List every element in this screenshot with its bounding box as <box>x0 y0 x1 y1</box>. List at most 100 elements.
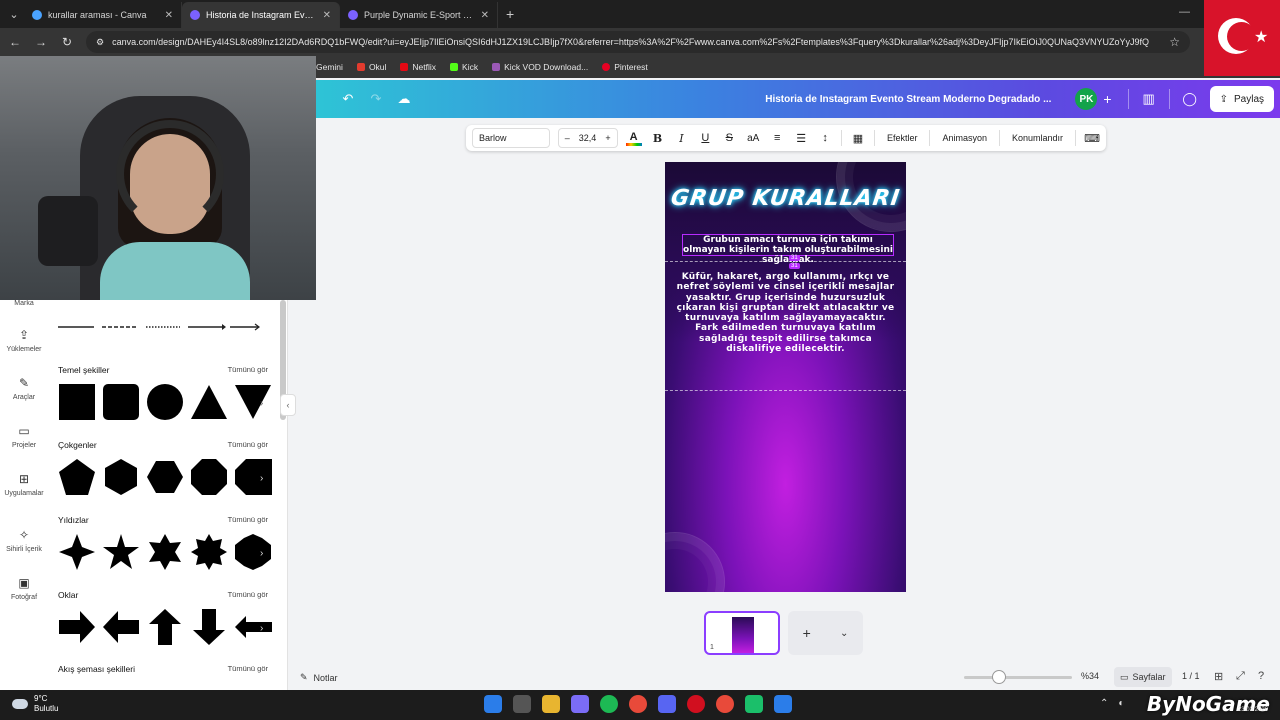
bookmark-okul[interactable]: Okul <box>356 62 386 72</box>
page-thumbnail[interactable]: 1 <box>704 611 780 655</box>
weather-widget[interactable]: 9°C Bulutlu <box>12 694 58 714</box>
copy-style-icon[interactable]: ⌨ <box>1084 132 1100 145</box>
arrow-down-shape[interactable] <box>190 608 228 646</box>
underline-icon[interactable]: U <box>697 132 713 144</box>
effects-button[interactable]: Efektler <box>883 133 922 143</box>
four-point-star-shape[interactable] <box>58 533 96 571</box>
hexagon-shape[interactable] <box>102 458 140 496</box>
forward-icon[interactable]: → <box>34 35 48 49</box>
rail-item-projeler[interactable]: ▭ Projeler <box>0 424 48 449</box>
italic-icon[interactable]: I <box>673 132 689 145</box>
zoom-slider-knob[interactable] <box>992 670 1006 684</box>
rail-item-yuklemeler[interactable]: ⇪ Yüklemeler <box>0 328 48 353</box>
redo-icon[interactable]: ↷ <box>362 91 390 107</box>
line-styles-row[interactable] <box>58 320 268 334</box>
text-color-icon[interactable]: A <box>625 130 642 146</box>
partial-polygon-shape[interactable]: › <box>234 458 272 496</box>
network-icon[interactable]: ◐ <box>1118 698 1124 709</box>
rail-item-fotograf[interactable]: ▣ Fotoğraf <box>0 576 48 601</box>
close-tab-icon[interactable]: ✕ <box>165 10 173 21</box>
spacing-icon[interactable]: ↕ <box>817 132 833 144</box>
eight-point-star-shape[interactable] <box>190 533 228 571</box>
increase-size-icon[interactable]: + <box>605 133 610 143</box>
bookmark-gemini[interactable]: Gemini <box>316 62 343 72</box>
minimize-icon[interactable]: — <box>1179 6 1190 18</box>
tray-chevron-icon[interactable]: ⌃ <box>1100 698 1108 709</box>
see-all-link[interactable]: Tümünü gör <box>228 664 268 674</box>
file-explorer-icon[interactable] <box>542 695 560 713</box>
design-page[interactable]: GRUP KURALLARI Grubun amacı turnuva için… <box>665 162 906 592</box>
align-center-icon[interactable]: ≡ <box>769 132 785 144</box>
url-field[interactable]: ⚙ canva.com/design/DAHEy4I4SL8/o89lnz12I… <box>86 31 1190 53</box>
comments-icon[interactable]: ◯ <box>1176 91 1204 107</box>
tab-search-icon[interactable]: ⌄ <box>4 4 24 24</box>
reload-icon[interactable]: ↻ <box>60 35 74 49</box>
chrome-active-icon[interactable] <box>716 695 734 713</box>
arrow-right-shape[interactable] <box>58 608 96 646</box>
list-icon[interactable]: ☰ <box>793 132 809 145</box>
see-all-link[interactable]: Tümünü gör <box>228 590 268 600</box>
font-size-value[interactable]: 32,4 <box>579 133 597 143</box>
invite-plus-icon[interactable]: + <box>1103 91 1111 107</box>
new-tab-icon[interactable]: + <box>506 6 514 22</box>
arrow-left-shape[interactable] <box>102 608 140 646</box>
back-icon[interactable]: ← <box>8 35 22 49</box>
rail-item-uygulamalar[interactable]: ⊞ Uygulamalar <box>0 472 48 497</box>
letter-case-icon[interactable]: aA <box>745 133 761 144</box>
rail-item-marka[interactable]: Marka <box>0 300 48 307</box>
double-arrow-shape[interactable]: › <box>234 608 272 646</box>
bookmark-netflix[interactable]: Netflix <box>400 62 436 72</box>
task-view-icon[interactable] <box>513 695 531 713</box>
pentagon-shape[interactable] <box>58 458 96 496</box>
chrome-icon[interactable] <box>629 695 647 713</box>
app-icon[interactable] <box>774 695 792 713</box>
see-all-link[interactable]: Tümünü gör <box>228 440 268 450</box>
share-button[interactable]: ⇪ Paylaş <box>1209 86 1274 112</box>
tab-historia[interactable]: Historia de Instagram Evento St... ✕ <box>182 2 340 28</box>
zoom-slider[interactable] <box>964 676 1072 679</box>
grid-view-icon[interactable]: ⊞ <box>1214 670 1223 683</box>
rail-item-sihirli-icerik[interactable]: ✧ Sihirli İçerik <box>0 528 48 553</box>
triangle-shape[interactable] <box>190 383 228 421</box>
bookmark-kick-vod[interactable]: Kick VOD Download... <box>492 62 588 72</box>
arrow-up-shape[interactable] <box>146 608 184 646</box>
fullscreen-icon[interactable]: ⤢ <box>1236 670 1245 683</box>
burst-star-shape[interactable]: › <box>234 533 272 571</box>
add-page-button[interactable]: + ⌄ <box>788 611 863 655</box>
discord-icon[interactable] <box>658 695 676 713</box>
see-all-link[interactable]: Tümünü gör <box>228 515 268 525</box>
see-all-link[interactable]: Tümünü gör <box>228 365 268 375</box>
rail-item-araclar[interactable]: ✎ Araçlar <box>0 376 48 401</box>
six-point-star-shape[interactable] <box>146 533 184 571</box>
inverted-triangle-shape[interactable]: › <box>234 383 272 421</box>
site-info-icon[interactable]: ⚙ <box>96 37 104 48</box>
decrease-size-icon[interactable]: – <box>565 133 570 143</box>
hexagon-flat-shape[interactable] <box>146 458 184 496</box>
pages-button[interactable]: ▭ Sayfalar <box>1114 667 1172 687</box>
design-heading[interactable]: GRUP KURALLARI <box>665 186 906 211</box>
notes-button[interactable]: ✎ Notlar <box>300 672 338 683</box>
close-tab-icon[interactable]: ✕ <box>481 10 489 21</box>
animate-button[interactable]: Animasyon <box>938 133 991 143</box>
opera-icon[interactable] <box>687 695 705 713</box>
position-button[interactable]: Konumlandır <box>1008 133 1067 143</box>
avatar[interactable]: PK <box>1075 88 1098 110</box>
octagon-shape[interactable] <box>190 458 228 496</box>
analytics-icon[interactable]: ▥ <box>1135 91 1163 107</box>
close-tab-icon[interactable]: ✕ <box>323 10 331 21</box>
design-title[interactable]: Historia de Instagram Evento Stream Mode… <box>765 94 1051 105</box>
rounded-square-shape[interactable] <box>102 383 140 421</box>
bold-icon[interactable]: B <box>650 132 666 145</box>
circle-shape[interactable] <box>146 383 184 421</box>
font-size-stepper[interactable]: – 32,4 + <box>557 128 618 148</box>
chevron-down-icon[interactable]: ⌄ <box>840 628 848 639</box>
copilot-icon[interactable] <box>571 695 589 713</box>
bookmark-star-icon[interactable]: ☆ <box>1169 35 1180 49</box>
cloud-save-icon[interactable]: ☁ <box>390 91 418 107</box>
tab-purple-dynamic[interactable]: Purple Dynamic E-Sport Game ... ✕ <box>340 2 498 28</box>
bookmark-kick[interactable]: Kick <box>450 62 478 72</box>
app-icon[interactable] <box>745 695 763 713</box>
five-point-star-shape[interactable] <box>102 533 140 571</box>
add-page-icon[interactable]: + <box>803 625 811 641</box>
transparency-icon[interactable]: ▦ <box>850 132 866 145</box>
